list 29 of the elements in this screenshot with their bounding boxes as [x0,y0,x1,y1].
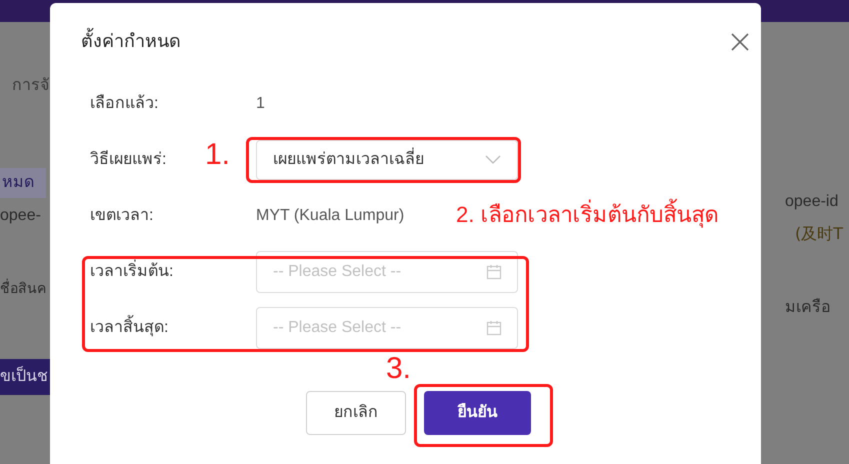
page-button[interactable]: ขเป็นช [0,359,50,395]
step-note: 2. เลือกเวลาเริ่มต้นกับสิ้นสุด [456,200,718,231]
field-label: เขตเวลา: [90,206,154,226]
cancel-button[interactable]: ยกเลิก [306,391,406,435]
table-cell-text: (及时T [794,223,844,245]
field-label: เลือกแล้ว: [90,93,158,114]
breadcrumb: การจั [11,76,50,96]
dialog-title: ตั้งค่ากำหนด [81,28,181,55]
chevron-down-icon [485,155,501,165]
field-label: เวลาเริ่มต้น: [90,260,174,284]
calendar-icon [486,264,502,280]
field-value: 1 [256,94,265,114]
date-field[interactable]: -- Please Select -- [256,307,518,349]
field-label: วิธีเผยแพร่: [90,149,166,170]
step-number: 3. [386,351,412,387]
publish-method-select[interactable]: เผยแพร่ตามเวลาเฉลี่ย [256,140,518,180]
confirm-button[interactable]: ยืนยัน [424,391,531,435]
column-header: ชื่อสินค [0,278,46,298]
field-label: เวลาสิ้นสุด: [90,316,168,340]
step-number: 1. [205,137,230,173]
table-cell-text: opee-id [784,192,838,212]
table-cell-text: opee- [0,206,42,226]
date-field[interactable]: -- Please Select -- [256,251,518,293]
close-icon [731,32,749,50]
field-value: MYT (Kuala Lumpur) [256,206,404,226]
close-button[interactable] [729,30,751,52]
filter-tag: หมด [0,168,46,198]
calendar-icon [486,320,502,336]
column-header: มเครือ [784,297,831,318]
